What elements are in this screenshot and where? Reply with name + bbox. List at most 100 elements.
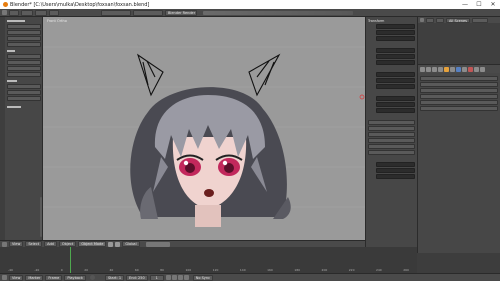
material-tab-icon[interactable] — [468, 66, 473, 72]
close-button[interactable]: ✕ — [486, 1, 500, 8]
scale-y-field[interactable] — [376, 78, 415, 83]
tool-button[interactable] — [7, 66, 41, 71]
minimize-button[interactable]: — — [458, 1, 472, 8]
jump-end-icon[interactable] — [183, 275, 189, 280]
outliner-search-field[interactable] — [471, 17, 488, 23]
marker-menu[interactable]: Marker — [25, 274, 44, 281]
data-tab-icon[interactable] — [462, 66, 467, 72]
screen-layout-select[interactable] — [101, 9, 131, 16]
tool-shelf — [0, 17, 43, 240]
location-z-field[interactable] — [376, 36, 415, 41]
transform-panel-header[interactable]: Transform — [368, 19, 415, 23]
item-header[interactable] — [368, 181, 415, 185]
maximize-button[interactable]: ☐ — [472, 1, 486, 8]
scene-select[interactable] — [133, 9, 163, 16]
3d-viewport[interactable]: Front Ortho — [43, 17, 365, 240]
frame-menu[interactable]: Frame — [45, 274, 63, 281]
layers-tab-icon[interactable] — [426, 66, 431, 72]
grease-pencil-header[interactable] — [368, 115, 415, 119]
tool-button[interactable] — [7, 30, 41, 35]
window-title-bar: Blender* [C:\Users\mulka\Desktop\foxsan\… — [0, 0, 500, 9]
play-reverse-icon[interactable] — [171, 275, 177, 280]
cursor-y-field[interactable] — [376, 168, 415, 173]
tool-button[interactable] — [7, 60, 41, 65]
location-x-field[interactable] — [376, 24, 415, 29]
jump-start-icon[interactable] — [165, 275, 171, 280]
timeline-view-menu[interactable]: View — [9, 274, 24, 281]
help-menu[interactable] — [49, 9, 59, 16]
cursor-z-field[interactable] — [376, 174, 415, 179]
tick-label: 60 — [134, 267, 139, 272]
character-head-model[interactable] — [43, 17, 365, 240]
outliner-search-menu[interactable] — [436, 17, 444, 23]
outliner-display-mode[interactable]: All Scenes — [446, 17, 470, 23]
tool-button[interactable] — [7, 72, 41, 77]
timeline[interactable]: -40 -20 0 20 40 60 80 100 120 140 160 18… — [0, 247, 417, 273]
tool-button[interactable] — [7, 42, 41, 47]
constraints-tab-icon[interactable] — [450, 66, 455, 72]
texture-tab-icon[interactable] — [474, 66, 479, 72]
scene-tab-icon[interactable] — [432, 66, 437, 72]
timeline-editor-icon[interactable] — [2, 275, 7, 280]
grease-pencil-button[interactable] — [368, 120, 415, 125]
display-header[interactable] — [368, 187, 415, 191]
outliner-view-menu[interactable] — [426, 17, 434, 23]
tool-button[interactable] — [7, 54, 41, 59]
render-tab-icon[interactable] — [420, 66, 425, 72]
outliner-icon[interactable] — [420, 18, 424, 22]
play-icon[interactable] — [177, 275, 183, 280]
editor-row[interactable] — [420, 82, 498, 87]
editor-row[interactable] — [420, 76, 498, 81]
tool-button[interactable] — [7, 24, 41, 29]
tool-shelf-tabs[interactable] — [0, 17, 5, 240]
dimensions-label — [368, 91, 415, 95]
start-frame-field[interactable]: Start: 1 — [104, 274, 125, 281]
editor-row[interactable] — [420, 88, 498, 93]
layers-icon[interactable] — [145, 241, 170, 247]
tool-section-label — [7, 49, 42, 53]
file-menu[interactable] — [9, 9, 19, 16]
editor-type-icon[interactable] — [2, 241, 7, 247]
dimension-x-field[interactable] — [376, 96, 415, 101]
editor-row[interactable] — [420, 106, 498, 111]
editor-row[interactable] — [420, 100, 498, 105]
dimension-y-field[interactable] — [376, 102, 415, 107]
modifiers-tab-icon[interactable] — [456, 66, 461, 72]
physics-tab-icon[interactable] — [480, 66, 485, 72]
pivot-icon[interactable] — [115, 241, 121, 247]
world-tab-icon[interactable] — [438, 66, 443, 72]
tool-shelf-scrollbar[interactable] — [40, 197, 42, 237]
lock-to-object-field[interactable] — [368, 132, 415, 137]
window-title: Blender* [C:\Users\mulka\Desktop\foxsan\… — [10, 1, 150, 8]
object-tab-icon[interactable] — [444, 66, 449, 72]
window-menu[interactable] — [35, 9, 47, 16]
scale-x-field[interactable] — [376, 72, 415, 77]
rotation-z-field[interactable] — [376, 60, 415, 65]
lock-to-cursor-checkbox[interactable] — [368, 138, 415, 143]
tool-button[interactable] — [7, 84, 41, 89]
tool-button[interactable] — [7, 96, 41, 101]
info-editor-icon[interactable] — [2, 10, 7, 15]
rotation-x-field[interactable] — [376, 48, 415, 53]
clip-start-field[interactable] — [368, 144, 415, 149]
scale-z-field[interactable] — [376, 84, 415, 89]
render-menu[interactable] — [21, 9, 33, 16]
sync-mode-select[interactable]: No Sync — [192, 274, 214, 281]
outliner-item-mesh[interactable] — [418, 48, 500, 53]
editor-row[interactable] — [420, 94, 498, 99]
dimension-z-field[interactable] — [376, 108, 415, 113]
3d-cursor-header[interactable] — [368, 157, 415, 161]
playback-menu[interactable]: Playback — [64, 274, 86, 281]
location-y-field[interactable] — [376, 30, 415, 35]
clip-end-field[interactable] — [368, 150, 415, 155]
rotation-y-field[interactable] — [376, 54, 415, 59]
shading-icon[interactable] — [108, 241, 114, 247]
cursor-x-field[interactable] — [376, 162, 415, 167]
tool-button[interactable] — [7, 90, 41, 95]
render-engine-select[interactable]: Blender Render — [165, 9, 197, 16]
record-icon[interactable] — [89, 275, 95, 280]
view-lens-field[interactable] — [368, 126, 415, 131]
end-frame-field[interactable]: End: 250 — [126, 274, 148, 281]
current-frame-field[interactable]: 1 — [149, 274, 164, 281]
tool-button[interactable] — [7, 36, 41, 41]
